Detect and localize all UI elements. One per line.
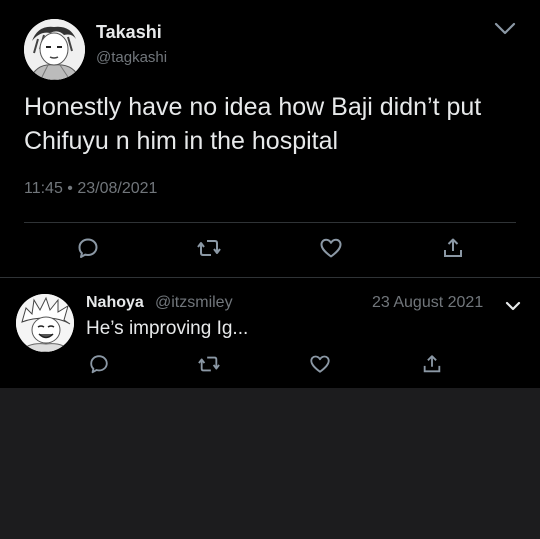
reply-icon[interactable] — [76, 236, 100, 260]
reply-text: He’s improving Ig... — [86, 318, 249, 339]
tweet-text: Honestly have no idea how Baji didn’t pu… — [24, 93, 482, 155]
author-avatar[interactable] — [24, 19, 85, 80]
divider — [24, 222, 516, 223]
empty-background-area — [0, 388, 540, 539]
reply-share-icon[interactable] — [421, 353, 443, 375]
tweet-timestamp[interactable]: 11:45 • 23/08/2021 — [24, 180, 157, 198]
like-icon[interactable] — [319, 236, 343, 260]
main-tweet: Takashi @tagkashi Honestly have no idea … — [0, 0, 540, 277]
reply-more-options-chevron-icon[interactable] — [505, 298, 521, 316]
author-name[interactable]: Takashi — [96, 22, 162, 43]
reply-author-avatar[interactable] — [16, 294, 74, 352]
reply-tweet[interactable]: Nahoya @itzsmiley 23 August 2021 He’s im… — [0, 278, 540, 388]
reply-reply-icon[interactable] — [88, 353, 110, 375]
reply-author-handle[interactable]: @itzsmiley — [155, 294, 233, 312]
share-icon[interactable] — [441, 236, 465, 260]
reply-like-icon[interactable] — [309, 353, 331, 375]
more-options-chevron-icon[interactable] — [494, 22, 516, 41]
reply-author-name[interactable]: Nahoya — [86, 294, 144, 312]
reply-retweet-icon[interactable] — [197, 353, 221, 375]
retweet-icon[interactable] — [196, 236, 222, 260]
reply-date: 23 August 2021 — [372, 294, 484, 311]
author-handle[interactable]: @tagkashi — [96, 49, 167, 66]
